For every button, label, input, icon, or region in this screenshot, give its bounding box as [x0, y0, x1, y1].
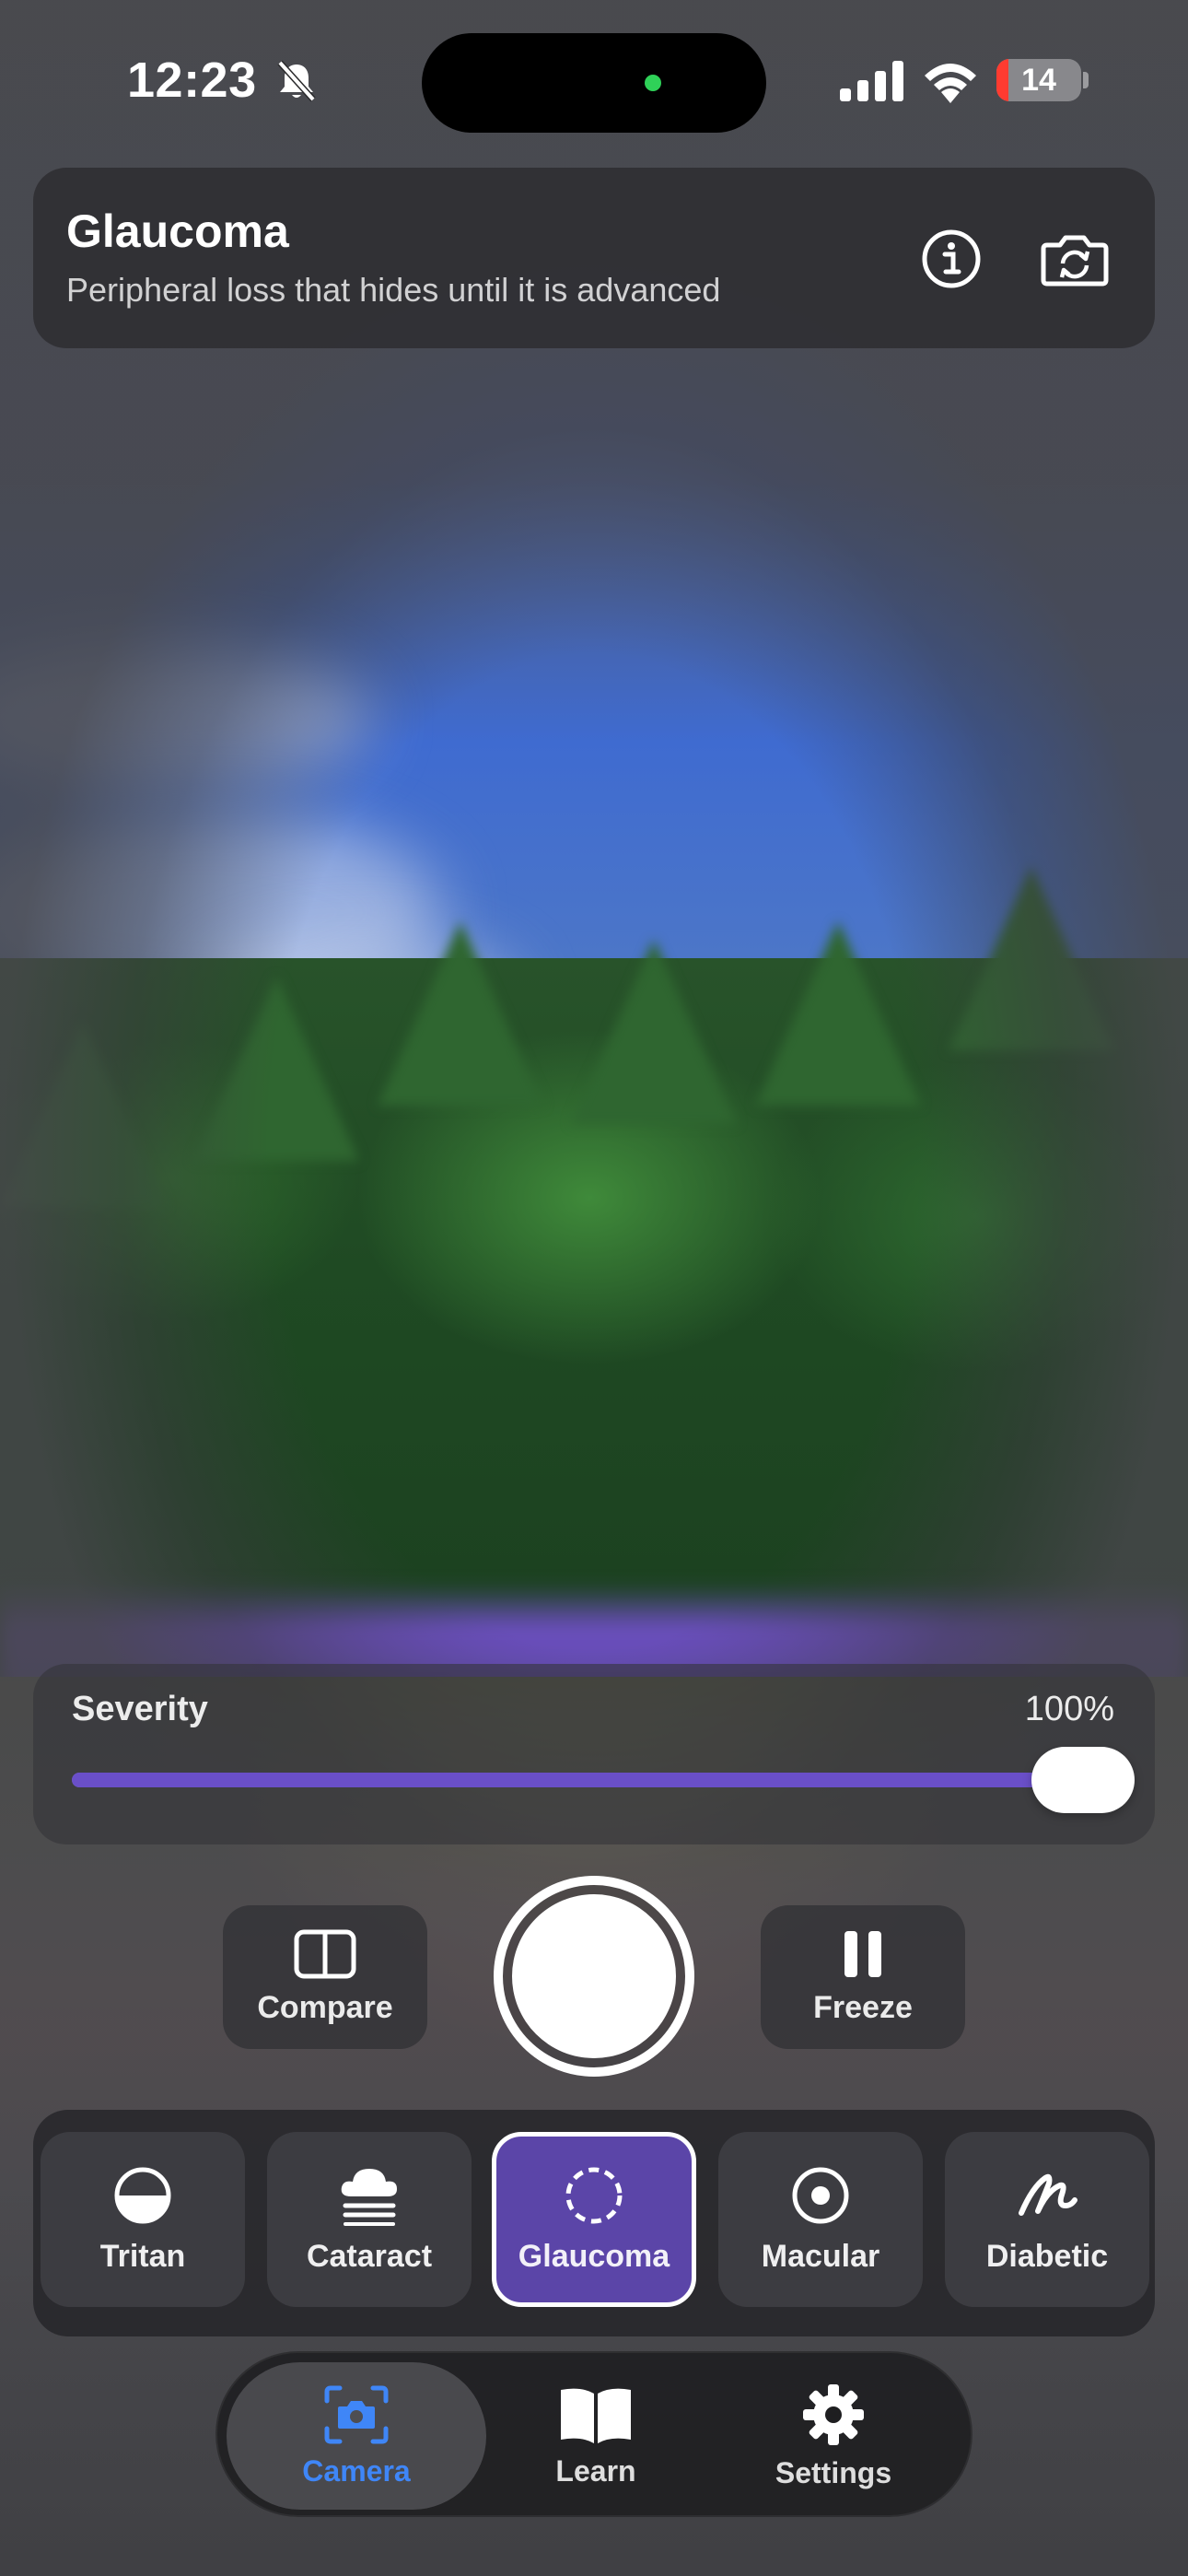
filter-label: Diabetic [985, 2238, 1109, 2274]
filter-label: Cataract [306, 2238, 433, 2274]
shutter-inner [512, 1894, 676, 2058]
book-icon [561, 2388, 631, 2443]
filter-label: Glaucoma [518, 2238, 670, 2274]
severity-slider-track[interactable] [72, 1773, 1085, 1787]
bell-slash-icon [277, 60, 316, 102]
shutter-button[interactable] [494, 1876, 694, 2077]
status-bar: 12:23 14 [0, 0, 1188, 157]
dashed-circle-icon [565, 2167, 623, 2223]
tab-learn[interactable]: Learn [466, 2362, 726, 2510]
info-button[interactable] [901, 208, 1002, 310]
tab-settings[interactable]: Settings [704, 2362, 963, 2510]
scribble-icon [1019, 2173, 1077, 2216]
mode-header-card: Glaucoma Peripheral loss that hides unti… [33, 168, 1155, 348]
condition-selector: Tritan Cataract Glaucoma Macular Diabeti… [33, 2110, 1155, 2336]
gear-icon [803, 2383, 864, 2445]
filter-diabetic[interactable]: Diabetic [945, 2132, 1149, 2307]
pause-icon [844, 1930, 881, 1977]
filter-glaucoma[interactable]: Glaucoma [492, 2132, 696, 2307]
target-circle-icon [792, 2167, 849, 2223]
freeze-label: Freeze [813, 1989, 913, 2025]
info-icon [922, 229, 981, 288]
wifi-icon [925, 64, 976, 103]
filter-label: Macular [761, 2238, 880, 2274]
tab-label: Learn [555, 2453, 636, 2488]
half-circle-icon [114, 2167, 171, 2223]
filter-tritan[interactable]: Tritan [41, 2132, 245, 2307]
camera-flip-icon [1041, 235, 1109, 287]
tab-bar: Camera Learn Settings [215, 2351, 973, 2517]
severity-label: Severity [72, 1690, 208, 1728]
filter-cataract[interactable]: Cataract [267, 2132, 472, 2307]
filter-macular[interactable]: Macular [718, 2132, 923, 2307]
compare-label: Compare [257, 1989, 393, 2025]
battery-icon: 14 [996, 59, 1081, 101]
camera-indicator-dot [645, 75, 661, 91]
dynamic-island [422, 33, 766, 133]
camera-viewfinder-icon [324, 2385, 389, 2443]
battery-percentage: 14 [1021, 63, 1056, 98]
severity-slider-fill [72, 1773, 1085, 1787]
battery-cap [1083, 72, 1089, 88]
tab-label: Camera [302, 2453, 411, 2488]
status-time: 12:23 [127, 53, 257, 108]
mode-title: Glaucoma [66, 205, 289, 257]
filter-label: Tritan [99, 2238, 186, 2274]
mode-subtitle: Peripheral loss that hides until it is a… [66, 271, 721, 309]
flip-camera-button[interactable] [1024, 208, 1125, 310]
severity-value: 100% [1024, 1690, 1114, 1728]
severity-slider-thumb[interactable] [1031, 1747, 1135, 1813]
severity-control: Severity 100% [33, 1664, 1155, 1844]
split-view-icon [294, 1929, 356, 1978]
freeze-button[interactable]: Freeze [761, 1905, 965, 2049]
compare-button[interactable]: Compare [223, 1905, 427, 2049]
cellular-signal-icon [840, 61, 903, 101]
cloud-fog-icon [341, 2168, 397, 2226]
tab-camera[interactable]: Camera [227, 2362, 486, 2510]
tab-label: Settings [775, 2455, 892, 2489]
